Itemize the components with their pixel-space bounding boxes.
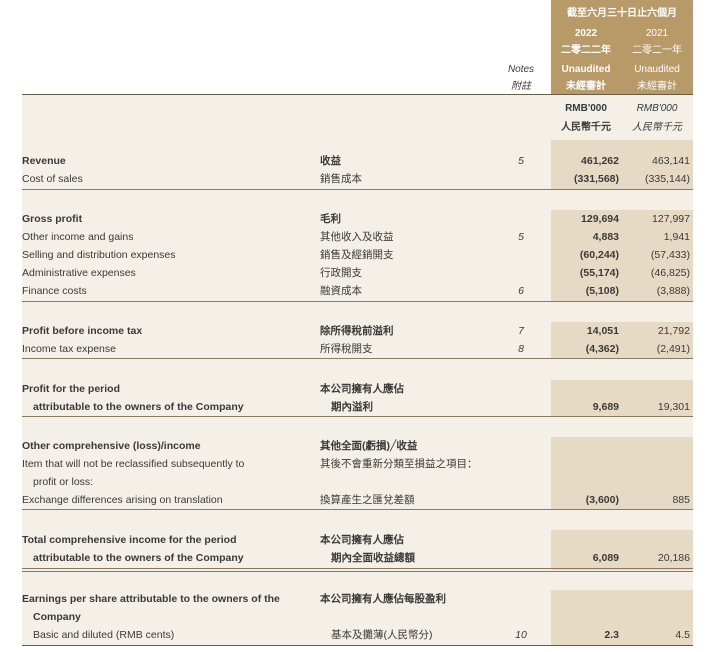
unaudited-current: Unaudited	[561, 64, 611, 75]
tax-2021: (2,491)	[656, 343, 690, 355]
other-income-label-cn: 其他收入及收益	[320, 231, 394, 243]
finance-2021: (3,888)	[656, 285, 690, 297]
eps-label-2: Company	[33, 611, 81, 623]
period-title: 截至六月三十日止六個月	[567, 8, 677, 19]
eps-note: 10	[515, 629, 527, 641]
eps-2021: 4.5	[675, 629, 690, 641]
eps-basic-label-cn: 基本及攤薄(人民幣分)	[331, 629, 433, 641]
tci-2021: 20,186	[657, 552, 690, 564]
gross-profit-label: Gross profit	[22, 213, 83, 225]
unaudited-prior: Unaudited	[634, 64, 680, 75]
gross-profit-2022: 129,694	[581, 213, 619, 225]
eps-label: Earnings per share attributable to the o…	[22, 593, 280, 605]
header-rule	[22, 94, 693, 95]
revenue-label-cn: 收益	[320, 155, 341, 167]
tax-2022: (4,362)	[585, 343, 619, 355]
pbt-label: Profit before income tax	[22, 325, 143, 337]
admin-label: Administrative expenses	[22, 267, 136, 279]
admin-2022: (55,174)	[579, 267, 619, 279]
eps-2022: 2.3	[604, 629, 619, 641]
cost-of-sales-label-cn: 銷售成本	[320, 173, 362, 185]
other-income-2021: 1,941	[663, 231, 690, 243]
unaudited-current-cn: 未經審計	[566, 81, 606, 92]
profit-period-2022: 9,689	[592, 401, 619, 413]
finance-label: Finance costs	[22, 285, 87, 297]
oci-item-label-cn: 其後不會重新分類至損益之項目：	[320, 458, 478, 470]
exchange-2021: 885	[672, 494, 690, 506]
admin-label-cn: 行政開支	[320, 267, 362, 279]
unaudited-prior-cn: 未經審計	[637, 81, 677, 92]
tci-2022: 6,089	[592, 552, 619, 564]
revenue-2022: 461,262	[581, 155, 619, 167]
notes-header: Notes	[507, 64, 535, 75]
oci-label-cn: 其他全面(虧損)╱收益	[320, 440, 418, 452]
pbt-2021: 21,792	[657, 325, 690, 337]
selling-label-cn: 銷售及經銷開支	[320, 249, 394, 261]
rule-after-tax	[22, 358, 693, 359]
year-prior-cn: 二零二一年	[632, 45, 682, 56]
year-prior: 2021	[645, 28, 669, 39]
profit-period-label-2: attributable to the owners of the Compan…	[33, 401, 244, 413]
eps-basic-label: Basic and diluted (RMB cents)	[33, 629, 175, 641]
oci-label: Other comprehensive (loss)/income	[22, 440, 201, 452]
oci-item-label-2: profit or loss:	[33, 476, 94, 488]
tci-label-cn-2: 期內全面收益總額	[331, 552, 415, 564]
finance-label-cn: 融資成本	[320, 285, 362, 297]
rule-bottom	[22, 645, 693, 646]
finance-2022: (5,108)	[585, 285, 619, 297]
eps-label-cn: 本公司擁有人應佔每股盈利	[320, 593, 446, 605]
cost-of-sales-label: Cost of sales	[22, 173, 83, 185]
cost-of-sales-2022: (331,568)	[574, 173, 619, 185]
profit-period-label: Profit for the period	[22, 383, 120, 395]
other-income-2022: 4,883	[592, 231, 619, 243]
other-income-note: 5	[518, 231, 524, 243]
pbt-label-cn: 除所得稅前溢利	[320, 325, 394, 337]
oci-item-label: Item that will not be reclassified subse…	[22, 458, 245, 470]
pbt-note: 7	[518, 325, 524, 337]
year-current: 2022	[574, 28, 598, 39]
rule-after-cost	[22, 189, 693, 190]
notes-header-cn: 附註	[511, 81, 531, 92]
rule-after-profit	[22, 416, 693, 417]
gross-profit-label-cn: 毛利	[320, 213, 341, 225]
currency-current: RMB'000	[565, 103, 607, 114]
revenue-2021: 463,141	[652, 155, 690, 167]
rule-after-tci-2	[22, 571, 693, 572]
cost-of-sales-2021: (335,144)	[645, 173, 690, 185]
rule-after-tci-1	[22, 568, 693, 569]
selling-2021: (57,433)	[650, 249, 690, 261]
exchange-label-cn: 換算產生之匯兌差額	[320, 494, 415, 506]
currency-prior-cn: 人民幣千元	[632, 122, 682, 133]
tci-label-2: attributable to the owners of the Compan…	[33, 552, 244, 564]
profit-period-label-cn-2: 期內溢利	[331, 401, 373, 413]
admin-2021: (46,825)	[650, 267, 690, 279]
year-current-cn: 二零二二年	[561, 45, 611, 56]
profit-period-label-cn: 本公司擁有人應佔	[320, 383, 404, 395]
exchange-2022: (3,600)	[585, 494, 619, 506]
gross-profit-2021: 127,997	[652, 213, 690, 225]
pbt-2022: 14,051	[586, 325, 619, 337]
rule-after-exchange	[22, 509, 693, 510]
revenue-label: Revenue	[22, 155, 66, 167]
tax-label: Income tax expense	[22, 343, 116, 355]
other-income-label: Other income and gains	[22, 231, 134, 243]
profit-period-2021: 19,301	[657, 401, 690, 413]
exchange-label: Exchange differences arising on translat…	[22, 494, 223, 506]
currency-prior: RMB'000	[636, 103, 678, 114]
currency-current-cn: 人民幣千元	[561, 122, 611, 133]
current-column-shade-top	[551, 140, 693, 150]
selling-label: Selling and distribution expenses	[22, 249, 176, 261]
selling-2022: (60,244)	[579, 249, 619, 261]
tci-label-cn: 本公司擁有人應佔	[320, 534, 404, 546]
tax-note: 8	[518, 343, 524, 355]
finance-note: 6	[518, 285, 524, 297]
revenue-note: 5	[518, 155, 524, 167]
tci-label: Total comprehensive income for the perio…	[22, 534, 237, 546]
rule-after-finance	[22, 301, 693, 302]
tax-label-cn: 所得稅開支	[320, 343, 373, 355]
